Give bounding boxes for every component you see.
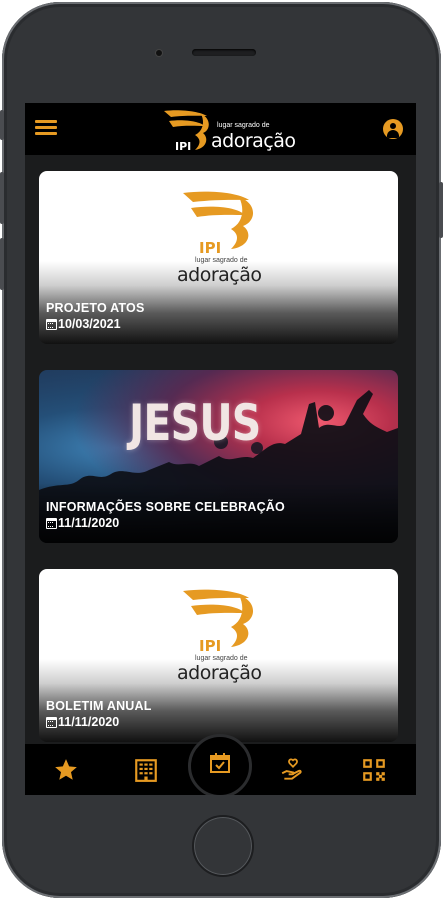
- earpiece-speaker: [192, 49, 256, 56]
- logo-tagline: lugar sagrado de: [195, 655, 248, 662]
- phone-volume-up: [0, 172, 4, 224]
- ipi-logo-mark: IPI: [183, 191, 254, 255]
- logo-tagline: lugar sagrado de: [217, 122, 270, 129]
- card-title: BOLETIM ANUAL: [46, 699, 152, 713]
- ipi-logo-mark: IPI: [183, 589, 254, 653]
- card-date-value: 10/03/2021: [58, 317, 121, 331]
- calendar-icon: [46, 517, 57, 529]
- calendar-check-icon: [210, 753, 230, 773]
- calendar-button[interactable]: [188, 734, 252, 795]
- card-date-value: 11/11/2020: [58, 715, 120, 729]
- header-logo: IPI lugar sagrado de adoração: [161, 108, 296, 152]
- card-date-value: 11/11/2020: [58, 516, 120, 530]
- calendar-icon: [46, 716, 57, 728]
- app-screen: IPI lugar sagrado de adoração IPI lugar …: [25, 103, 416, 795]
- card-date: 11/11/2020: [46, 715, 119, 729]
- user-icon[interactable]: [383, 119, 403, 139]
- card-title: INFORMAÇÕES SOBRE CELEBRAÇÃO: [46, 500, 285, 514]
- svg-text:IPI: IPI: [199, 239, 221, 255]
- hand-donate-icon[interactable]: [280, 757, 306, 783]
- phone-volume-down: [0, 238, 4, 290]
- logo-tagline: lugar sagrado de: [195, 257, 248, 264]
- menu-icon[interactable]: [35, 117, 61, 139]
- svg-text:IPI: IPI: [199, 637, 221, 653]
- logo-wordmark: adoração: [177, 264, 262, 286]
- card-image-logo: IPI lugar sagrado de adoração: [173, 189, 283, 286]
- qr-code-icon[interactable]: [361, 757, 387, 783]
- phone-power-button: [439, 182, 443, 238]
- svg-text:IPI: IPI: [175, 140, 191, 152]
- news-card[interactable]: IPI lugar sagrado de adoração BOLETIM AN…: [39, 569, 398, 742]
- card-date: 11/11/2020: [46, 516, 119, 530]
- top-bar: IPI lugar sagrado de adoração: [25, 103, 416, 155]
- card-image-text: JESUS: [129, 394, 261, 452]
- logo-wordmark: adoração: [211, 130, 296, 152]
- home-button[interactable]: [192, 815, 254, 877]
- star-icon[interactable]: [53, 757, 79, 783]
- card-date: 10/03/2021: [46, 317, 121, 331]
- ipi-logo-mark: IPI: [164, 110, 209, 152]
- card-image-logo: IPI lugar sagrado de adoração: [173, 587, 283, 684]
- calendar-icon: [46, 318, 57, 330]
- news-card[interactable]: IPI lugar sagrado de adoração PROJETO AT…: [39, 171, 398, 344]
- phone-side-button: [0, 110, 4, 140]
- front-camera: [156, 50, 162, 56]
- news-card[interactable]: JESUS INFORMAÇÕES SOBRE CELEBRAÇÃO 11/11…: [39, 370, 398, 543]
- card-title: PROJETO ATOS: [46, 301, 145, 315]
- building-icon[interactable]: [133, 757, 159, 783]
- logo-wordmark: adoração: [177, 662, 262, 684]
